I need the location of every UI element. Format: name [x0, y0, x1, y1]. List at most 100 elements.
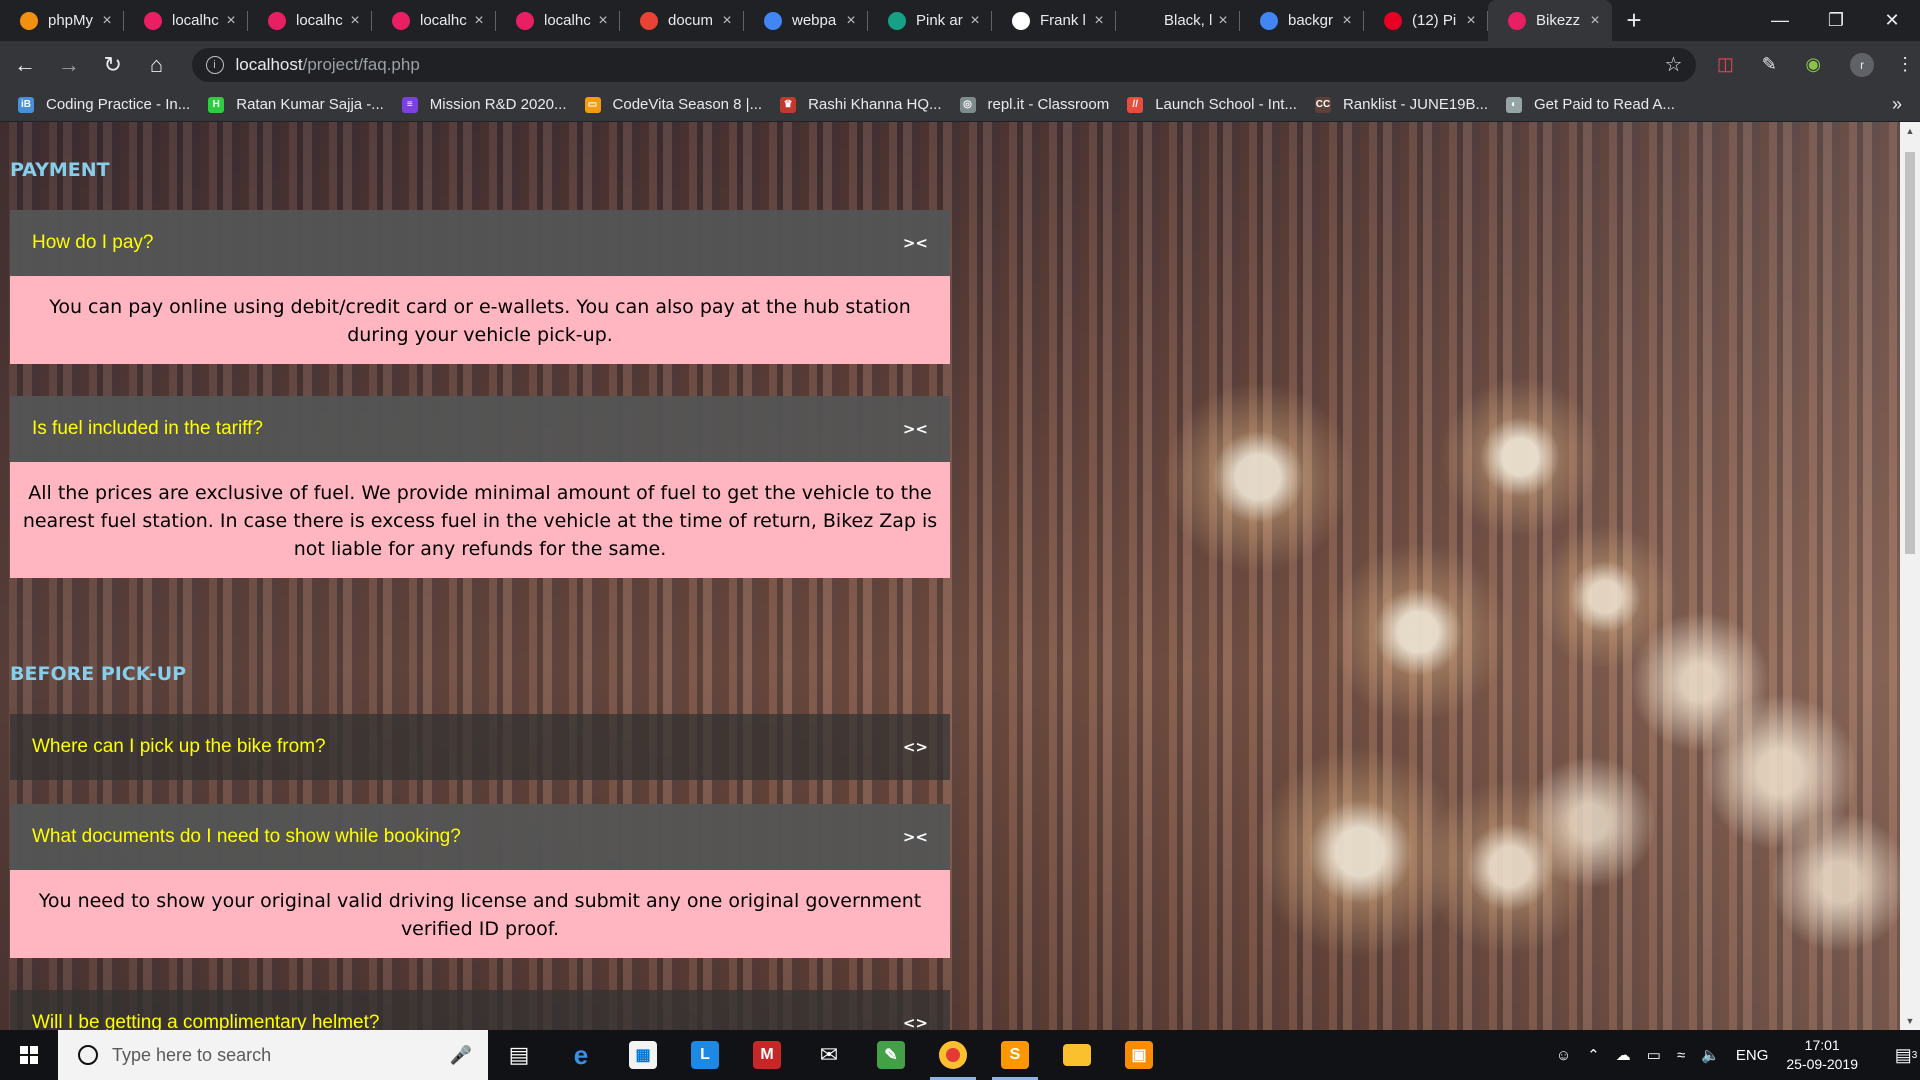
bookmark-item[interactable]: ◎ repl.it - Classroom — [959, 96, 1109, 113]
reload-button[interactable]: ↻ — [94, 46, 132, 84]
collapse-icon[interactable]: >< — [903, 234, 928, 252]
wifi-icon[interactable]: ≈ — [1677, 1047, 1685, 1064]
tab-title: backgr — [1288, 12, 1334, 29]
language-indicator[interactable]: ENG — [1736, 1047, 1769, 1064]
faq-question-toggle[interactable]: Is fuel included in the tariff? >< — [10, 396, 950, 462]
bookmark-item[interactable]: ◐ Get Paid to Read A... — [1506, 96, 1675, 113]
close-tab-icon[interactable]: × — [968, 12, 982, 30]
browser-tab[interactable]: localhc × — [372, 0, 496, 41]
bookmark-item[interactable]: ≡ Mission R&D 2020... — [401, 96, 567, 113]
browser-tab[interactable]: localhc × — [248, 0, 372, 41]
notification-center-button[interactable]: ▤ 3 — [1876, 1045, 1920, 1066]
bookmark-item[interactable]: CC Ranklist - JUNE19B... — [1314, 96, 1488, 113]
bookmark-star-icon[interactable]: ☆ — [1665, 52, 1683, 77]
close-tab-icon[interactable]: × — [596, 12, 610, 30]
windows-logo-icon — [20, 1046, 38, 1064]
chevron-up-icon[interactable]: ⌃ — [1587, 1046, 1600, 1064]
tab-title: phpMy — [48, 12, 94, 29]
mcafee-icon[interactable]: M — [736, 1030, 798, 1080]
menu-kebab-icon[interactable]: ⋮ — [1890, 50, 1920, 80]
back-button[interactable]: ← — [6, 46, 44, 84]
browser-tab[interactable]: docum × — [620, 0, 744, 41]
scrollbar-thumb[interactable] — [1905, 152, 1915, 554]
close-tab-icon[interactable]: × — [1216, 12, 1230, 30]
faq-item: Will I be getting a complimentary helmet… — [10, 990, 950, 1030]
home-button[interactable]: ⌂ — [138, 46, 176, 84]
onedrive-icon[interactable]: ☁ — [1616, 1046, 1631, 1064]
home-icon: ⌂ — [149, 51, 164, 77]
close-tab-icon[interactable]: × — [1588, 12, 1602, 30]
close-tab-icon[interactable]: × — [100, 12, 114, 30]
l-app-icon[interactable]: L — [674, 1030, 736, 1080]
battery-icon[interactable]: ▭ — [1647, 1046, 1661, 1064]
browser-tab[interactable]: Pink ar × — [868, 0, 992, 41]
chrome-icon[interactable] — [922, 1030, 984, 1080]
faq-question-toggle[interactable]: How do I pay? >< — [10, 210, 950, 276]
edge-icon[interactable]: e — [550, 1030, 612, 1080]
close-tab-icon[interactable]: × — [844, 12, 858, 30]
scroll-down-icon[interactable]: ▼ — [1900, 1012, 1920, 1030]
scroll-up-icon[interactable]: ▲ — [1900, 122, 1920, 140]
sublime-text-icon[interactable]: S — [984, 1030, 1046, 1080]
notes-app-icon[interactable]: ✎ — [860, 1030, 922, 1080]
browser-tab[interactable]: localhc × — [124, 0, 248, 41]
browser-tab[interactable]: Frank l × — [992, 0, 1116, 41]
site-info-icon[interactable]: i — [205, 55, 224, 74]
faq-item: Is fuel included in the tariff? >< All the… — [10, 396, 950, 578]
browser-tab[interactable]: phpMy × — [0, 0, 124, 41]
microphone-icon[interactable]: 🎤 — [450, 1045, 472, 1066]
restore-button[interactable]: ❐ — [1808, 0, 1864, 41]
browser-tab[interactable]: Black, l × — [1116, 0, 1240, 41]
bookmark-item[interactable]: // Launch School - Int... — [1127, 96, 1297, 113]
browser-tab[interactable]: webpa × — [744, 0, 868, 41]
close-tab-icon[interactable]: × — [720, 12, 734, 30]
taskbar-search[interactable]: Type here to search 🎤 — [58, 1030, 488, 1080]
address-bar[interactable]: i localhost/project/faq.php ☆ — [191, 47, 1697, 82]
bookmark-label: Rashi Khanna HQ... — [808, 96, 942, 113]
bookmark-item[interactable]: ♛ Rashi Khanna HQ... — [780, 96, 942, 113]
forward-button[interactable]: → — [50, 46, 88, 84]
store-icon[interactable]: ▦ — [612, 1030, 674, 1080]
clock[interactable]: 17:01 25-09-2019 — [1786, 1036, 1858, 1074]
start-button[interactable] — [0, 1030, 58, 1080]
browser-tab[interactable]: backgr × — [1240, 0, 1364, 41]
expand-icon[interactable]: <> — [903, 738, 928, 756]
close-tab-icon[interactable]: × — [224, 12, 238, 30]
profile-avatar[interactable]: r — [1850, 52, 1875, 77]
bookmark-item[interactable]: ▭ CodeVita Season 8 |... — [584, 96, 762, 113]
tab-title: docum — [668, 12, 714, 29]
people-icon[interactable]: ☺ — [1556, 1047, 1571, 1064]
minimize-button[interactable]: — — [1752, 0, 1808, 41]
bookmark-item[interactable]: H Ratan Kumar Sajja -... — [208, 96, 384, 113]
close-tab-icon[interactable]: × — [1092, 12, 1106, 30]
pen-extension-icon[interactable]: ✎ — [1754, 50, 1784, 80]
globe-extension-icon[interactable]: ◉ — [1798, 50, 1828, 80]
faq-question-toggle[interactable]: What documents do I need to show while b… — [10, 804, 950, 870]
file-explorer-icon[interactable] — [1046, 1030, 1108, 1080]
faq-section-title: BEFORE PICK-UP — [10, 663, 187, 685]
browser-tab[interactable]: localhc × — [496, 0, 620, 41]
close-tab-icon[interactable]: × — [472, 12, 486, 30]
close-window-button[interactable]: ✕ — [1864, 0, 1920, 41]
close-tab-icon[interactable]: × — [1340, 12, 1354, 30]
mail-icon[interactable]: ✉ — [798, 1030, 860, 1080]
volume-icon[interactable]: 🔈 — [1701, 1046, 1720, 1064]
new-tab-button[interactable]: + — [1612, 0, 1656, 41]
close-tab-icon[interactable]: × — [1464, 12, 1478, 30]
expand-icon[interactable]: <> — [903, 1014, 928, 1030]
bookmark-favicon-icon: ≡ — [401, 96, 418, 113]
collapse-icon[interactable]: >< — [903, 420, 928, 438]
faq-question-toggle[interactable]: Where can I pick up the bike from? <> — [10, 714, 950, 780]
page-scrollbar[interactable]: ▲ ▼ — [1900, 122, 1920, 1030]
browser-tab[interactable]: (12) Pi × — [1364, 0, 1488, 41]
browser-tab[interactable]: Bikezz × — [1488, 0, 1612, 41]
bookmark-item[interactable]: iB Coding Practice - In... — [18, 96, 190, 113]
faq-question-toggle[interactable]: Will I be getting a complimentary helmet… — [10, 990, 950, 1030]
package-app-icon[interactable]: ▣ — [1108, 1030, 1170, 1080]
bookmarks-overflow-icon[interactable]: » — [1892, 94, 1902, 115]
pocket-extension-icon[interactable]: ◫ — [1710, 50, 1740, 80]
task-view-icon[interactable]: ▤ — [488, 1030, 550, 1080]
collapse-icon[interactable]: >< — [903, 828, 928, 846]
close-tab-icon[interactable]: × — [348, 12, 362, 30]
faq-section-title: PAYMENT — [10, 159, 110, 181]
